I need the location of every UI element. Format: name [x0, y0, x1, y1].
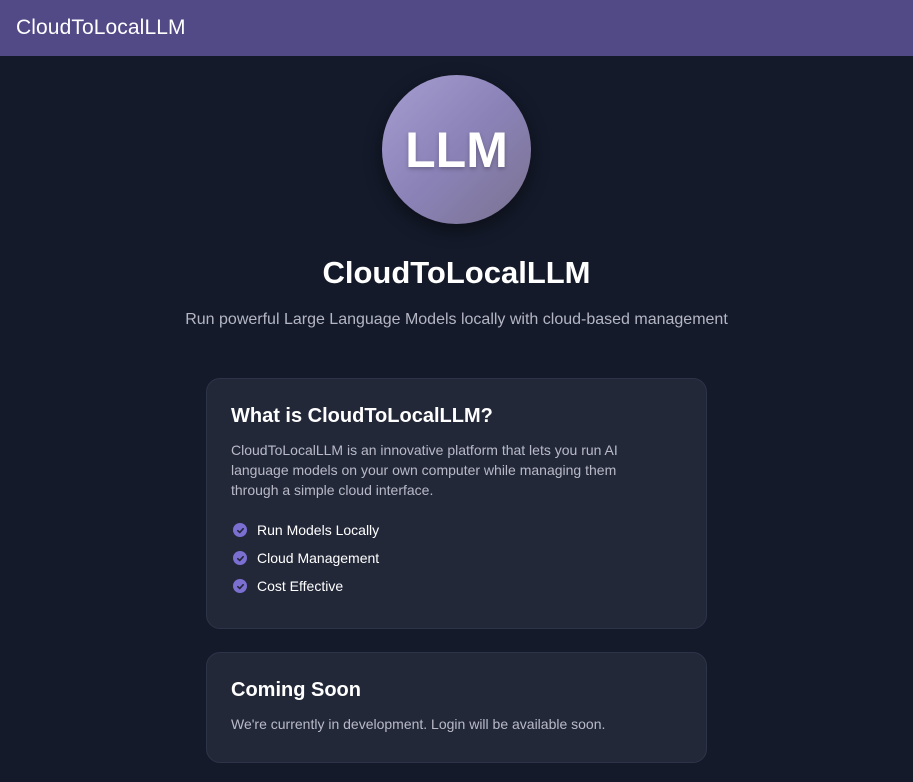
- coming-soon-card: Coming Soon We're currently in developme…: [206, 652, 707, 763]
- logo-avatar: LLM: [382, 75, 531, 224]
- feature-list: Run Models Locally Cloud Management Cost…: [231, 516, 682, 600]
- coming-soon-body: We're currently in development. Login wi…: [231, 716, 606, 732]
- list-item: Cost Effective: [231, 572, 682, 600]
- feature-label: Cloud Management: [257, 550, 380, 566]
- feature-label: Run Models Locally: [257, 522, 380, 538]
- page-subtitle: Run powerful Large Language Models local…: [185, 311, 728, 328]
- logo-text: LLM: [405, 121, 508, 178]
- check-circle-icon: [233, 579, 247, 593]
- list-item: Cloud Management: [231, 544, 682, 572]
- app-title: CloudToLocalLLM: [16, 16, 186, 39]
- about-card-body: CloudToLocalLLM is an innovative platfor…: [231, 442, 618, 498]
- page-title: CloudToLocalLLM: [322, 255, 591, 290]
- list-item: Run Models Locally: [231, 516, 682, 544]
- app-bar: CloudToLocalLLM: [0, 0, 913, 56]
- coming-soon-title: Coming Soon: [231, 679, 361, 701]
- check-circle-icon: [233, 551, 247, 565]
- about-card-title: What is CloudToLocalLLM?: [231, 405, 493, 427]
- feature-label: Cost Effective: [257, 578, 344, 594]
- about-card: What is CloudToLocalLLM? CloudToLocalLLM…: [206, 378, 707, 629]
- check-circle-icon: [233, 523, 247, 537]
